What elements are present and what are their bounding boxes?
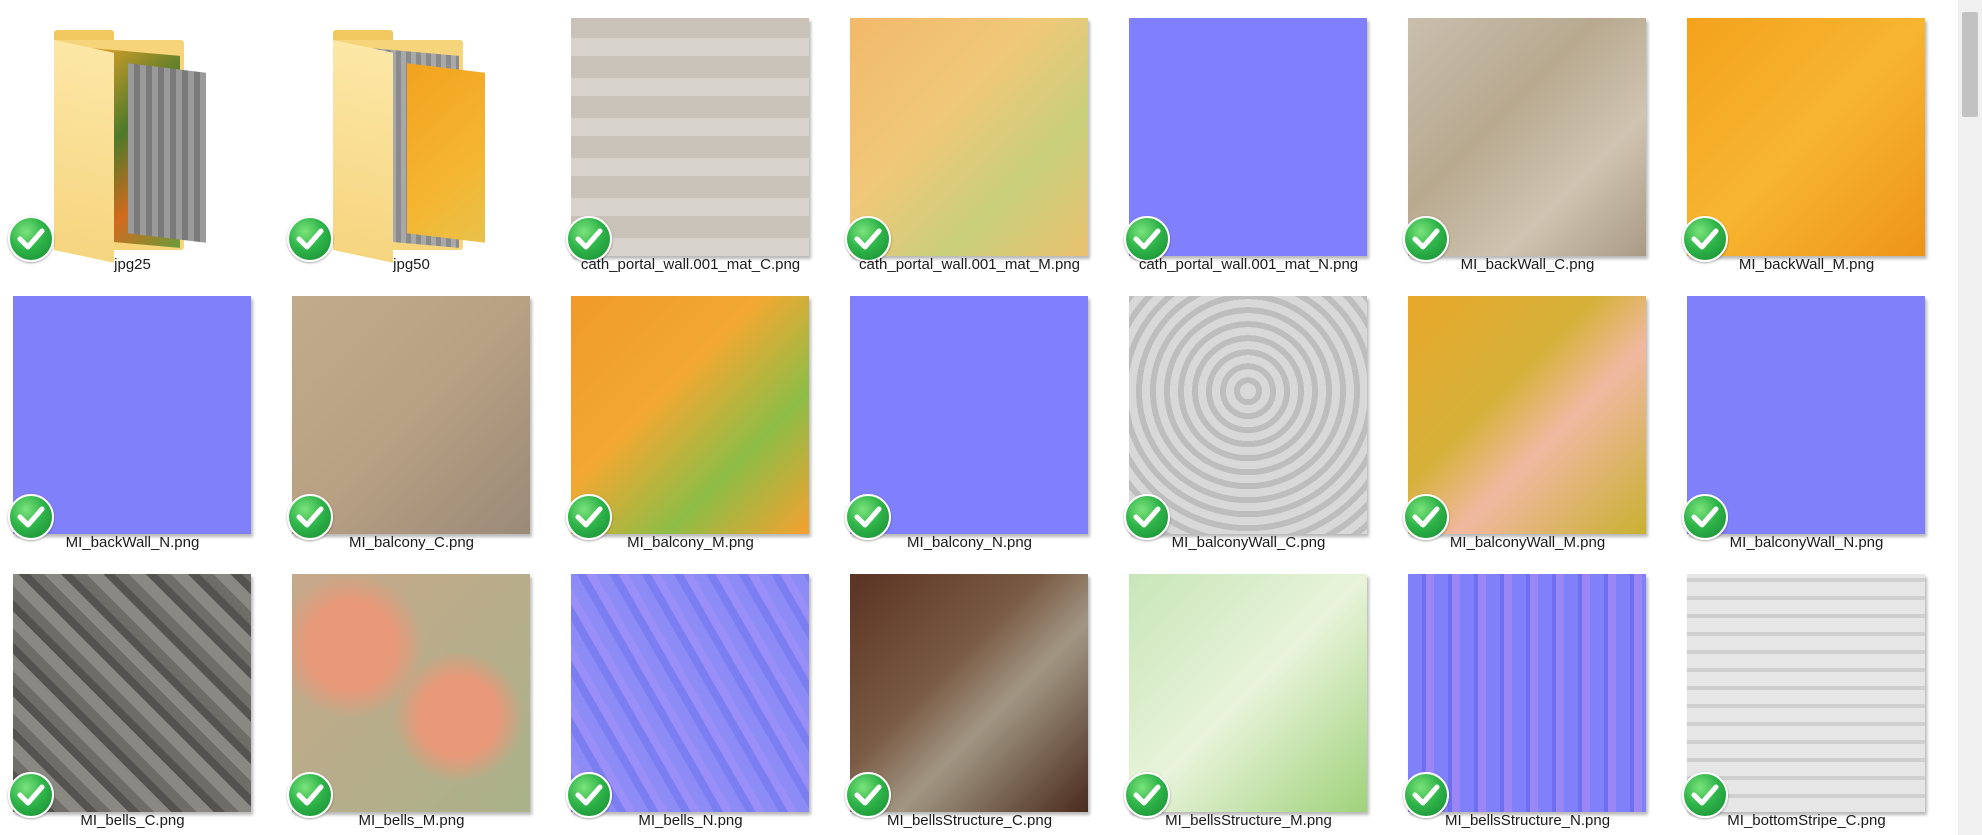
image-thumbnail (1687, 574, 1925, 812)
image-thumbnail (1408, 574, 1646, 812)
file-name-label: MI_bellsStructure_M.png (1165, 812, 1332, 829)
file-name-label: cath_portal_wall.001_mat_M.png (859, 256, 1080, 273)
file-item[interactable]: cath_portal_wall.001_mat_M.png (837, 0, 1116, 278)
file-name-label: MI_bells_M.png (358, 812, 465, 829)
file-item[interactable]: MI_balconyWall_C.png (1116, 278, 1395, 556)
file-item[interactable]: MI_bellsStructure_C.png (837, 556, 1116, 834)
file-grid: jpg25 jpg50 cath_portal_wall.001_mat_C.png… (0, 0, 1958, 835)
file-name-label: MI_bellsStructure_N.png (1444, 812, 1611, 829)
file-name-label: MI_bells_N.png (638, 812, 743, 829)
vertical-scrollbar[interactable] (1958, 0, 1982, 835)
image-thumbnail (1687, 296, 1925, 534)
image-thumbnail (13, 574, 251, 812)
image-thumbnail (571, 296, 809, 534)
file-item[interactable]: MI_backWall_M.png (1674, 0, 1953, 278)
file-item[interactable]: MI_bells_C.png (0, 556, 279, 834)
file-name-label: MI_balcony_N.png (906, 534, 1033, 551)
file-name-label: MI_backWall_N.png (65, 534, 200, 551)
image-thumbnail (1129, 18, 1367, 256)
file-name-label: cath_portal_wall.001_mat_N.png (1138, 256, 1359, 273)
file-item[interactable]: MI_bells_N.png (558, 556, 837, 834)
file-item[interactable]: cath_portal_wall.001_mat_N.png (1116, 0, 1395, 278)
file-item[interactable]: MI_backWall_C.png (1395, 0, 1674, 278)
image-thumbnail (1687, 18, 1925, 256)
file-item[interactable]: MI_bells_M.png (279, 556, 558, 834)
image-thumbnail (571, 574, 809, 812)
image-thumbnail (1129, 574, 1367, 812)
file-item[interactable]: MI_balconyWall_M.png (1395, 278, 1674, 556)
file-item[interactable]: MI_bellsStructure_N.png (1395, 556, 1674, 834)
image-thumbnail (13, 296, 251, 534)
image-thumbnail (1408, 18, 1646, 256)
file-name-label: jpg25 (114, 256, 151, 273)
folder-icon (40, 20, 240, 263)
file-item[interactable]: MI_balcony_N.png (837, 278, 1116, 556)
file-item[interactable]: cath_portal_wall.001_mat_C.png (558, 0, 837, 278)
image-thumbnail (1408, 296, 1646, 534)
file-name-label: MI_balconyWall_N.png (1729, 534, 1884, 551)
scrollbar-thumb[interactable] (1962, 12, 1978, 117)
folder-icon (319, 20, 519, 263)
image-thumbnail (292, 574, 530, 812)
image-thumbnail (850, 574, 1088, 812)
folder-item[interactable]: jpg50 (279, 0, 558, 278)
file-item[interactable]: MI_backWall_N.png (0, 278, 279, 556)
file-name-label: MI_balconyWall_C.png (1171, 534, 1326, 551)
image-thumbnail (1129, 296, 1367, 534)
file-name-label: MI_backWall_C.png (1460, 256, 1595, 273)
file-item[interactable]: MI_balcony_C.png (279, 278, 558, 556)
image-thumbnail (850, 18, 1088, 256)
file-name-label: cath_portal_wall.001_mat_C.png (580, 256, 801, 273)
file-name-label: MI_balcony_C.png (348, 534, 475, 551)
file-name-label: MI_bells_C.png (80, 812, 185, 829)
file-name-label: MI_bellsStructure_C.png (886, 812, 1053, 829)
file-item[interactable]: MI_balcony_M.png (558, 278, 837, 556)
file-name-label: MI_balconyWall_M.png (1449, 534, 1606, 551)
file-name-label: jpg50 (393, 256, 430, 273)
folder-item[interactable]: jpg25 (0, 0, 279, 278)
image-thumbnail (571, 18, 809, 256)
file-item[interactable]: MI_balconyWall_N.png (1674, 278, 1953, 556)
file-name-label: MI_balcony_M.png (627, 534, 754, 551)
image-thumbnail (292, 296, 530, 534)
file-name-label: MI_backWall_M.png (1738, 256, 1875, 273)
file-item[interactable]: MI_bottomStripe_C.png (1674, 556, 1953, 834)
image-thumbnail (850, 296, 1088, 534)
file-name-label: MI_bottomStripe_C.png (1727, 812, 1886, 829)
file-item[interactable]: MI_bellsStructure_M.png (1116, 556, 1395, 834)
